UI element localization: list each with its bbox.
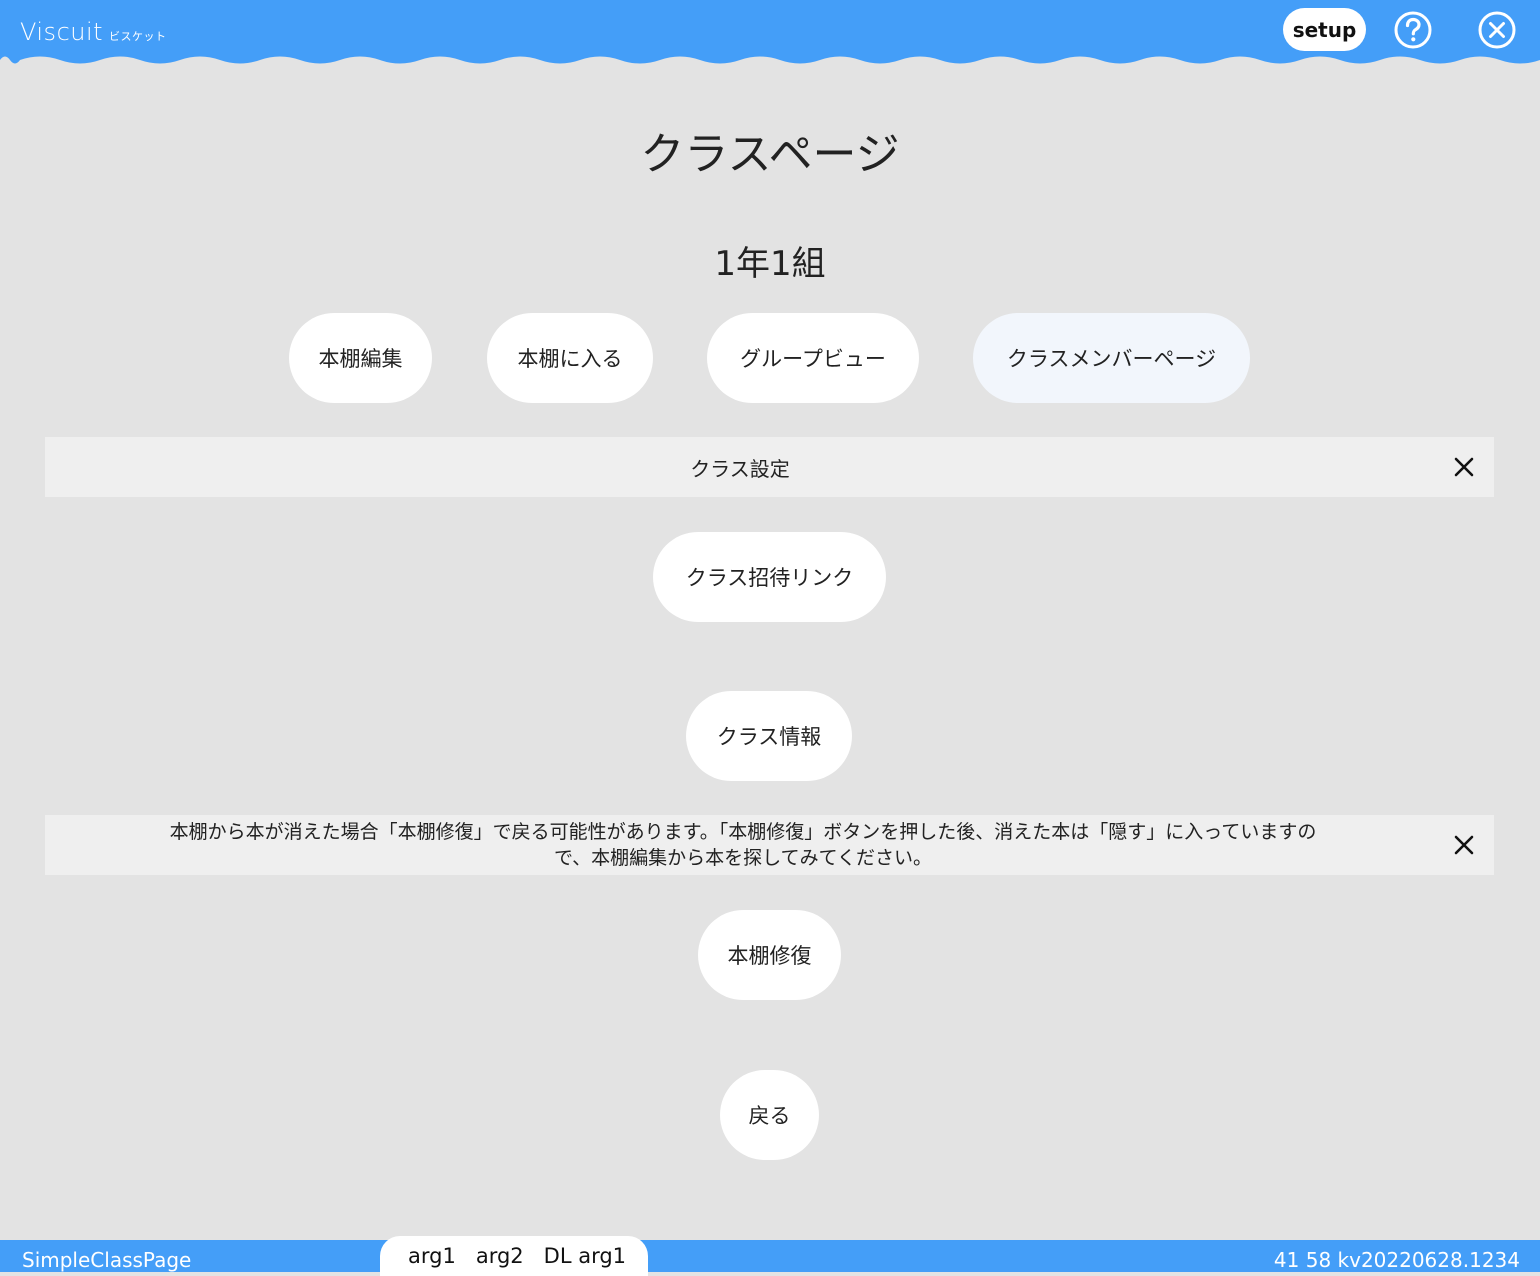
class-name-heading: 1年1組 bbox=[714, 244, 826, 284]
tab-arg2[interactable]: arg2 bbox=[466, 1244, 534, 1268]
group-view-button[interactable]: グループビュー bbox=[707, 313, 919, 403]
footer-version: 41 58 kv20220628.1234 bbox=[1273, 1248, 1520, 1272]
class-invite-link-button[interactable]: クラス招待リンク bbox=[653, 532, 886, 622]
app-header: Viscuit ビスケット setup bbox=[0, 0, 1540, 70]
tab-dl-arg1[interactable]: DL arg1 bbox=[534, 1244, 636, 1268]
class-settings-label: クラス設定 bbox=[690, 456, 790, 481]
repair-notice-line-1: 本棚から本が消えた場合「本棚修復」で戻る可能性があります。「本棚修復」ボタンを押… bbox=[169, 821, 1317, 843]
class-info-button[interactable]: クラス情報 bbox=[686, 691, 852, 781]
edit-bookshelf-button[interactable]: 本棚編集 bbox=[289, 313, 432, 403]
close-x-icon[interactable] bbox=[1452, 455, 1476, 479]
back-button[interactable]: 戻る bbox=[720, 1070, 819, 1160]
status-footer: SimpleClassPage arg1 arg2 DL arg1 41 58 … bbox=[0, 1236, 1540, 1276]
close-icon[interactable] bbox=[1477, 10, 1517, 50]
class-settings-bar: クラス設定 bbox=[45, 437, 1494, 497]
class-member-page-button[interactable]: クラスメンバーページ bbox=[973, 313, 1250, 403]
repair-notice-bar: 本棚から本が消えた場合「本棚修復」で戻る可能性があります。「本棚修復」ボタンを押… bbox=[45, 815, 1494, 875]
logo-main-text: Viscuit bbox=[20, 18, 104, 46]
enter-bookshelf-button[interactable]: 本棚に入る bbox=[487, 313, 653, 403]
help-icon[interactable] bbox=[1393, 10, 1433, 50]
repair-notice-line-2: で、本棚編集から本を探してみてください。 bbox=[553, 847, 933, 869]
footer-page-name: SimpleClassPage bbox=[22, 1248, 192, 1272]
footer-arg-tabs: arg1 arg2 DL arg1 bbox=[380, 1236, 649, 1276]
viscuit-logo: Viscuit ビスケット bbox=[20, 18, 167, 46]
repair-bookshelf-button[interactable]: 本棚修復 bbox=[698, 910, 841, 1000]
repair-notice-text: 本棚から本が消えた場合「本棚修復」で戻る可能性があります。「本棚修復」ボタンを押… bbox=[53, 815, 1433, 875]
logo-sub-text: ビスケット bbox=[109, 30, 167, 43]
setup-button[interactable]: setup bbox=[1283, 8, 1366, 51]
page-title: クラスページ bbox=[640, 129, 900, 180]
tab-arg1[interactable]: arg1 bbox=[398, 1244, 466, 1268]
close-x-icon[interactable] bbox=[1452, 833, 1476, 857]
